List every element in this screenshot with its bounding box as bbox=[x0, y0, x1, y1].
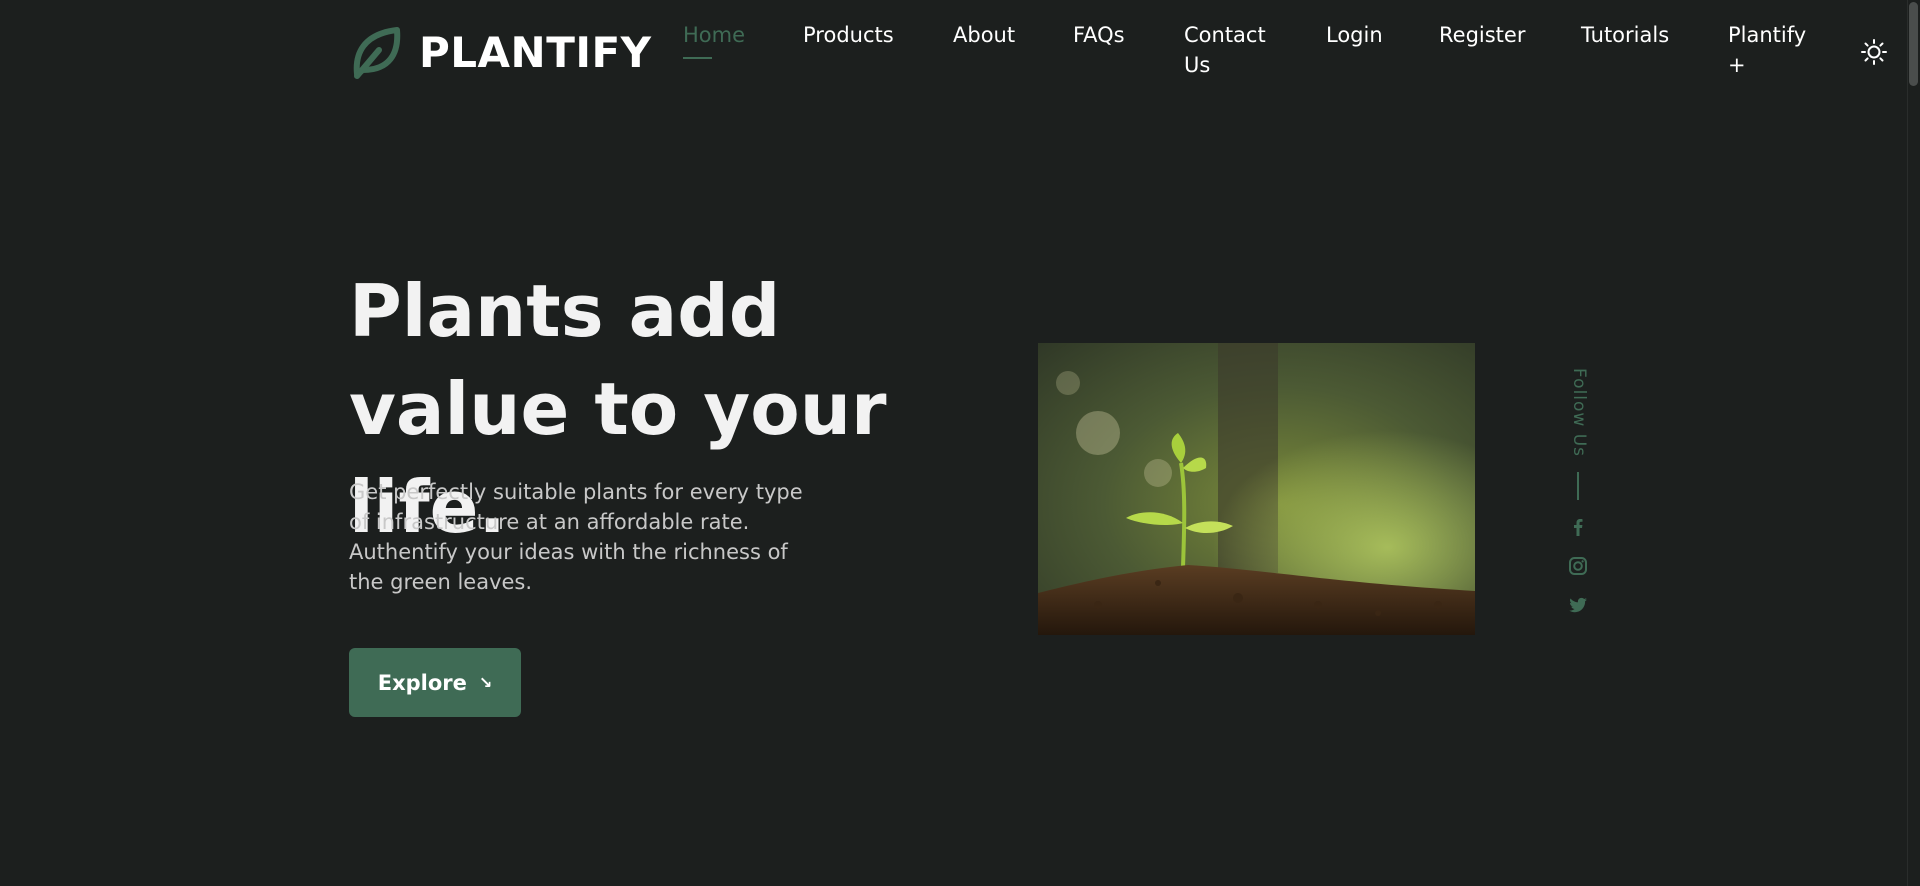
nav-products[interactable]: Products bbox=[803, 20, 894, 50]
scrollbar-thumb[interactable] bbox=[1909, 2, 1918, 86]
leaf-logo-icon bbox=[353, 27, 401, 79]
explore-button[interactable]: Explore ↘ bbox=[349, 648, 521, 717]
follow-divider bbox=[1577, 472, 1579, 500]
sun-icon[interactable] bbox=[1860, 38, 1888, 66]
hero-description: Get perfectly suitable plants for every … bbox=[349, 480, 803, 594]
arrow-down-right-icon: ↘ bbox=[478, 673, 493, 692]
explore-button-label: Explore bbox=[377, 670, 467, 695]
twitter-icon[interactable] bbox=[1567, 594, 1589, 616]
logo[interactable]: PLANTIFY bbox=[349, 24, 652, 80]
scrollbar[interactable] bbox=[1907, 0, 1920, 886]
instagram-icon[interactable] bbox=[1567, 555, 1589, 577]
hero-image-seedling bbox=[1038, 343, 1475, 635]
nav-plantify-plus[interactable]: Plantify + bbox=[1728, 20, 1808, 80]
nav-login[interactable]: Login bbox=[1326, 20, 1383, 50]
nav-faqs[interactable]: FAQs bbox=[1073, 20, 1125, 50]
page: PLANTIFY Home Products About FAQs Contac… bbox=[0, 0, 1920, 886]
nav-tutorials[interactable]: Tutorials bbox=[1581, 20, 1669, 50]
nav-home[interactable]: Home bbox=[683, 20, 745, 50]
brand-name: PLANTIFY bbox=[419, 27, 652, 77]
nav-about[interactable]: About bbox=[953, 20, 1015, 50]
nav-active-indicator bbox=[683, 57, 712, 59]
nav-register[interactable]: Register bbox=[1439, 20, 1525, 50]
nav-contact-us[interactable]: Contact Us bbox=[1184, 20, 1274, 80]
facebook-icon[interactable] bbox=[1567, 516, 1589, 538]
follow-us-label: Follow Us bbox=[1569, 367, 1589, 458]
